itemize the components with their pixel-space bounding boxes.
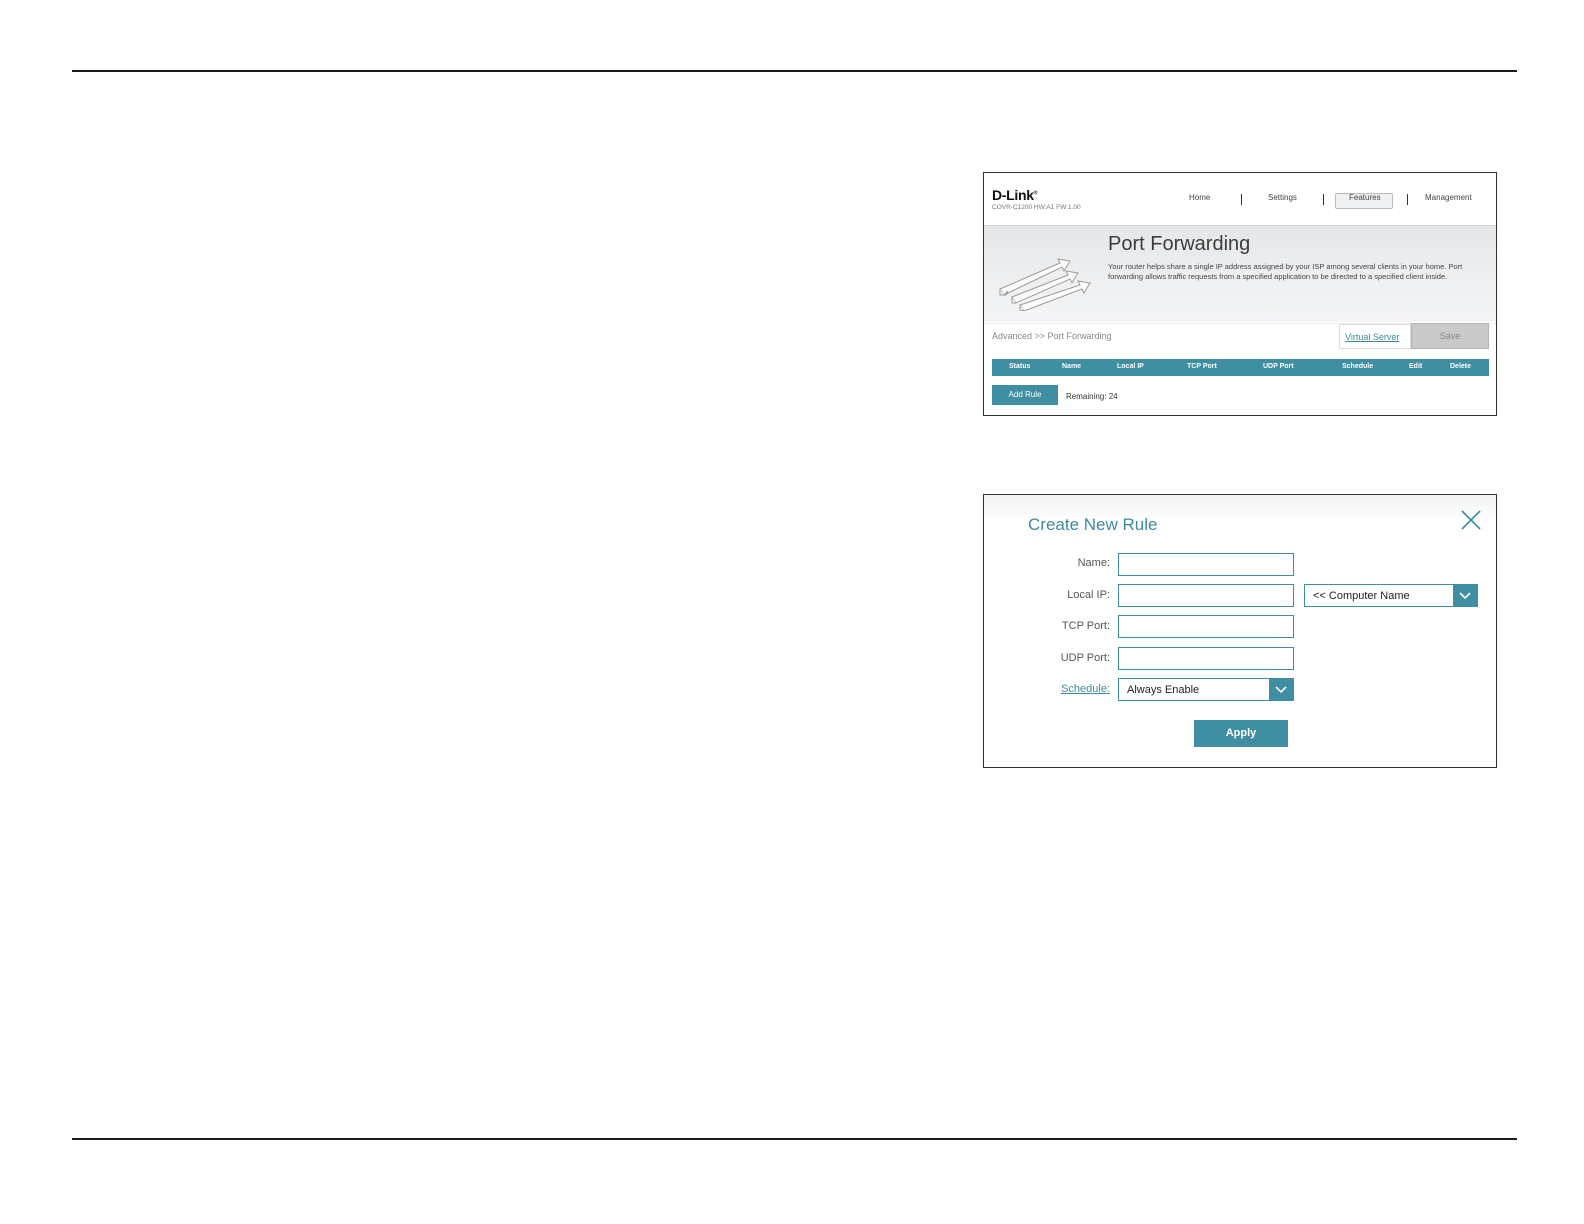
nav-features[interactable]: Features <box>1349 193 1381 202</box>
bottom-divider <box>72 1138 1517 1140</box>
column-header-name: Name <box>1062 363 1082 370</box>
add-rule-button[interactable]: Add Rule <box>992 385 1058 405</box>
column-header-edit: Edit <box>1409 363 1423 370</box>
tcp-port-label: TCP Port: <box>1061 620 1110 632</box>
column-header-status: Status <box>1009 363 1031 370</box>
chevron-down-icon[interactable] <box>1269 679 1293 700</box>
save-button[interactable]: Save <box>1411 323 1489 349</box>
schedule-link[interactable]: Schedule: <box>1061 683 1110 695</box>
local-ip-label: Local IP: <box>1067 589 1110 601</box>
port-forwarding-screenshot: D-Link® COVR-C1200 HW:A1 FW:1.00 Home Se… <box>983 172 1497 416</box>
nav-separator <box>1241 194 1242 205</box>
page-description: Your router helps share a single IP addr… <box>1108 262 1463 281</box>
dlink-logo: D-Link® <box>992 187 1038 203</box>
apply-button[interactable]: Apply <box>1194 720 1288 747</box>
column-header-udp-port: UDP Port <box>1263 363 1294 370</box>
tcp-port-input[interactable] <box>1118 615 1294 638</box>
schedule-select-value: Always Enable <box>1127 684 1200 696</box>
nav-management[interactable]: Management <box>1425 193 1472 202</box>
create-rule-dialog-screenshot: Create New Rule Name: Local IP: << Compu… <box>983 494 1497 768</box>
local-ip-input[interactable] <box>1118 584 1294 607</box>
model-info: COVR-C1200 HW:A1 FW:1.00 <box>992 204 1081 211</box>
page-title: Port Forwarding <box>1108 233 1251 255</box>
nav-separator <box>1407 194 1408 205</box>
udp-port-input[interactable] <box>1118 647 1294 670</box>
port-forwarding-arrows-icon <box>999 258 1091 311</box>
nav-settings[interactable]: Settings <box>1268 193 1297 202</box>
column-header-schedule: Schedule <box>1342 363 1374 370</box>
remaining-count: Remaining: 24 <box>1066 392 1118 401</box>
nav-home[interactable]: Home <box>1189 193 1210 202</box>
column-header-delete: Delete <box>1450 363 1472 370</box>
nav-separator <box>1323 194 1324 205</box>
name-input[interactable] <box>1118 553 1294 576</box>
column-header-tcp-port: TCP Port <box>1187 363 1217 370</box>
computer-name-select[interactable]: << Computer Name <box>1304 584 1478 607</box>
breadcrumb: Advanced >> Port Forwarding <box>992 331 1112 341</box>
close-icon[interactable] <box>1460 509 1482 531</box>
virtual-server-link[interactable]: Virtual Server <box>1345 332 1399 342</box>
name-label: Name: <box>1077 557 1110 569</box>
dialog-title: Create New Rule <box>1028 515 1158 534</box>
chevron-down-icon[interactable] <box>1453 585 1477 606</box>
column-header-local-ip: Local IP <box>1117 363 1144 370</box>
schedule-select[interactable]: Always Enable <box>1118 678 1294 701</box>
udp-port-label: UDP Port: <box>1060 652 1110 664</box>
header-bar <box>984 173 1496 226</box>
top-divider <box>72 70 1517 72</box>
computer-name-select-value: << Computer Name <box>1313 590 1410 602</box>
